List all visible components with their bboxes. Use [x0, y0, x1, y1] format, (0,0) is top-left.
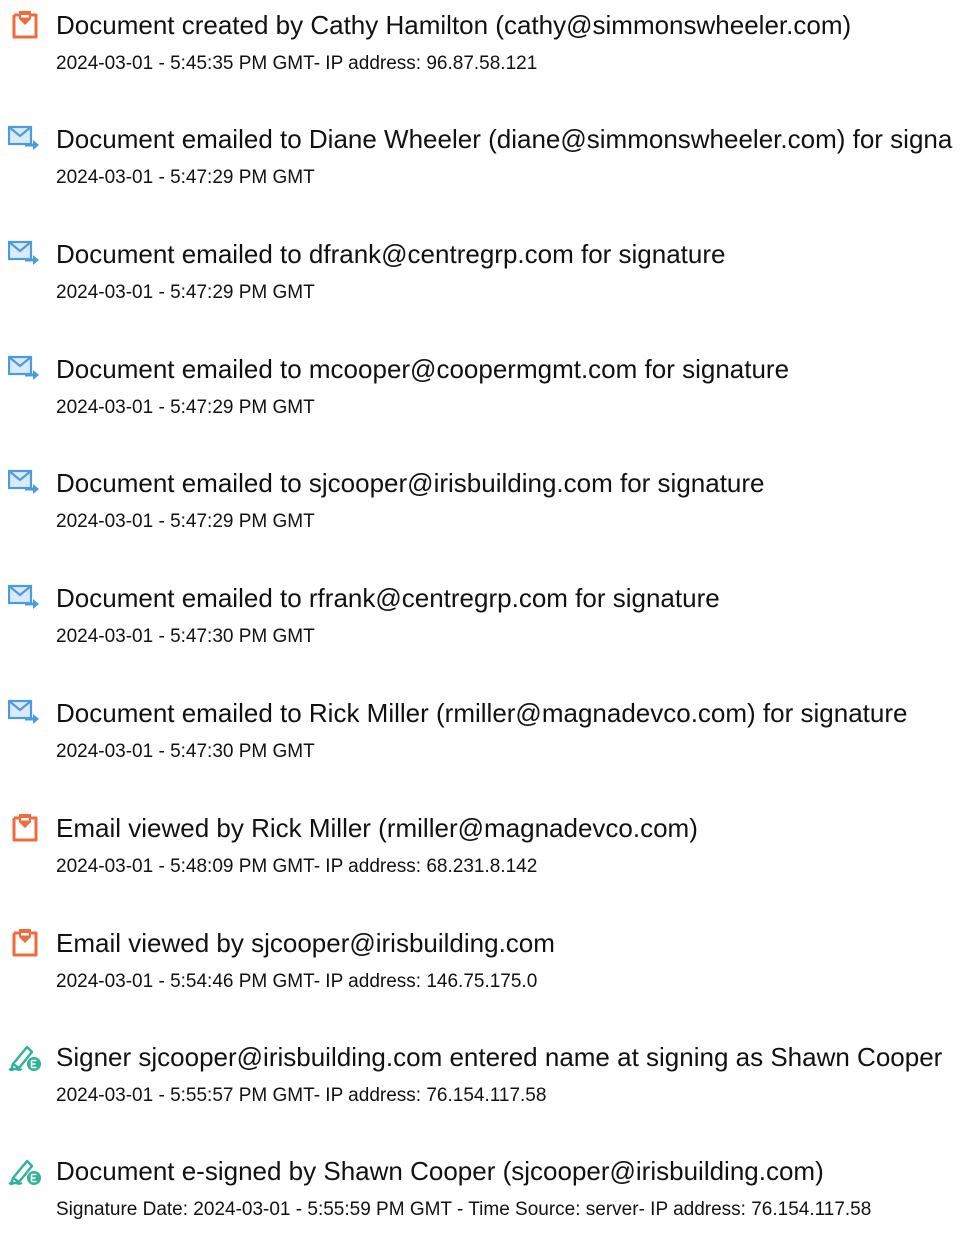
event-detail: 2024-03-01 - 5:47:29 PM GMT: [56, 511, 315, 532]
email-sent-icon: [8, 698, 42, 728]
e-sign-pen-icon: [8, 1156, 42, 1186]
audit-event: Document emailed to Diane Wheeler (diane…: [0, 124, 976, 214]
event-title: Email viewed by Rick Miller (rmiller@mag…: [56, 813, 698, 843]
audit-event: Document emailed to Rick Miller (rmiller…: [0, 698, 976, 788]
document-created-icon: [8, 10, 42, 40]
event-detail: 2024-03-01 - 5:47:29 PM GMT: [56, 167, 315, 188]
email-sent-icon: [8, 239, 42, 269]
event-title: Document created by Cathy Hamilton (cath…: [56, 10, 852, 40]
event-title: Document emailed to Diane Wheeler (diane…: [56, 124, 953, 154]
event-detail: 2024-03-01 - 5:47:30 PM GMT: [56, 741, 315, 762]
event-detail: 2024-03-01 - 5:54:46 PM GMT- IP address:…: [56, 971, 538, 992]
audit-event: Signer sjcooper@irisbuilding.com entered…: [0, 1042, 976, 1132]
event-title: Document emailed to sjcooper@irisbuildin…: [56, 468, 765, 498]
event-title: Document emailed to rfrank@centregrp.com…: [56, 583, 720, 613]
email-viewed-icon: [8, 813, 42, 843]
event-detail: 2024-03-01 - 5:47:29 PM GMT: [56, 282, 315, 303]
audit-event: Document e-signed by Shawn Cooper (sjcoo…: [0, 1156, 976, 1246]
audit-event: Document emailed to rfrank@centregrp.com…: [0, 583, 976, 673]
event-detail: 2024-03-01 - 5:47:30 PM GMT: [56, 626, 315, 647]
event-detail: 2024-03-01 - 5:47:29 PM GMT: [56, 397, 315, 418]
audit-event: Document emailed to mcooper@coopermgmt.c…: [0, 354, 976, 444]
event-title: Document e-signed by Shawn Cooper (sjcoo…: [56, 1156, 824, 1186]
e-sign-pen-icon: [8, 1042, 42, 1072]
event-detail: 2024-03-01 - 5:55:57 PM GMT- IP address:…: [56, 1085, 547, 1106]
event-detail: 2024-03-01 - 5:45:35 PM GMT- IP address:…: [56, 53, 538, 74]
email-sent-icon: [8, 354, 42, 384]
audit-event: Document emailed to dfrank@centregrp.com…: [0, 239, 976, 329]
event-title: Signer sjcooper@irisbuilding.com entered…: [56, 1042, 943, 1072]
event-title: Email viewed by sjcooper@irisbuilding.co…: [56, 928, 555, 958]
email-sent-icon: [8, 583, 42, 613]
event-title: Document emailed to dfrank@centregrp.com…: [56, 239, 726, 269]
event-detail: 2024-03-01 - 5:48:09 PM GMT- IP address:…: [56, 856, 538, 877]
email-viewed-icon: [8, 928, 42, 958]
email-sent-icon: [8, 124, 42, 154]
audit-event: Document emailed to sjcooper@irisbuildin…: [0, 468, 976, 558]
audit-event: Document created by Cathy Hamilton (cath…: [0, 10, 976, 100]
event-detail: Signature Date: 2024-03-01 - 5:55:59 PM …: [56, 1199, 872, 1220]
event-title: Document emailed to Rick Miller (rmiller…: [56, 698, 908, 728]
email-sent-icon: [8, 468, 42, 498]
audit-event: Email viewed by Rick Miller (rmiller@mag…: [0, 813, 976, 903]
audit-event: Email viewed by sjcooper@irisbuilding.co…: [0, 928, 976, 1018]
event-title: Document emailed to mcooper@coopermgmt.c…: [56, 354, 790, 384]
